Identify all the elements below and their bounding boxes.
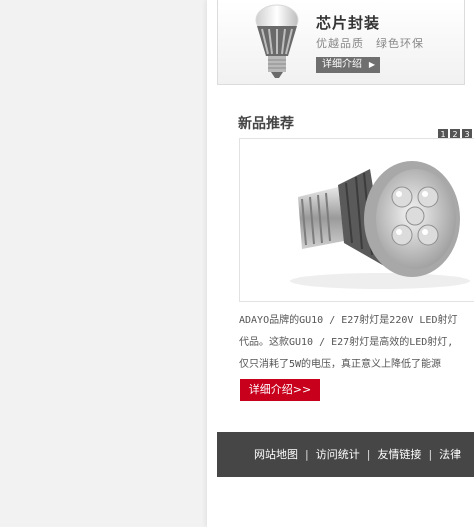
banner-subtitle: 优越品质 绿色环保 [316, 37, 424, 50]
main-content: 芯片封装 优越品质 绿色环保 详细介绍 ▶ 新品推荐 123 ADAYO品牌的G… [207, 0, 474, 527]
banner-title: 芯片封装 [316, 14, 381, 32]
footer-separator: | [305, 448, 309, 461]
product-image[interactable] [239, 138, 474, 302]
footer-link-friend-links[interactable]: 友情链接 [377, 448, 421, 461]
footer-link-statistics[interactable]: 访问统计 [316, 448, 360, 461]
description-line: 仅只消耗了5W的电压，真正意义上降低了能源 [239, 359, 442, 370]
banner-edge [464, 0, 465, 84]
footer: 网站地图 | 访问统计 | 友情链接 | 法律 [217, 432, 474, 477]
footer-links: 网站地图 | 访问统计 | 友情链接 | 法律 [254, 432, 461, 477]
description-line: ADAYO品牌的GU10 / E27射灯是220V LED射灯 [239, 315, 458, 326]
section-title: 新品推荐 [238, 116, 294, 132]
footer-link-legal[interactable]: 法律 [439, 448, 461, 461]
description-line: 代品。这款GU10 / E27射灯是高效的LED射灯, [239, 337, 454, 348]
led-bulb-image [255, 4, 299, 78]
product-details-button[interactable]: 详细介绍>> [240, 379, 320, 401]
product-description: ADAYO品牌的GU10 / E27射灯是220V LED射灯 代品。这款GU1… [239, 310, 474, 376]
footer-separator: | [366, 448, 371, 461]
footer-separator: | [428, 448, 433, 461]
banner-details-label: 详细介绍 [322, 59, 362, 70]
play-arrow-icon: ▶ [368, 60, 375, 69]
chip-packaging-banner[interactable]: 芯片封装 优越品质 绿色环保 详细介绍 ▶ [217, 0, 465, 85]
led-spotlight-image [290, 161, 470, 289]
banner-details-button[interactable]: 详细介绍 ▶ [316, 57, 380, 73]
footer-link-sitemap[interactable]: 网站地图 [254, 448, 298, 461]
